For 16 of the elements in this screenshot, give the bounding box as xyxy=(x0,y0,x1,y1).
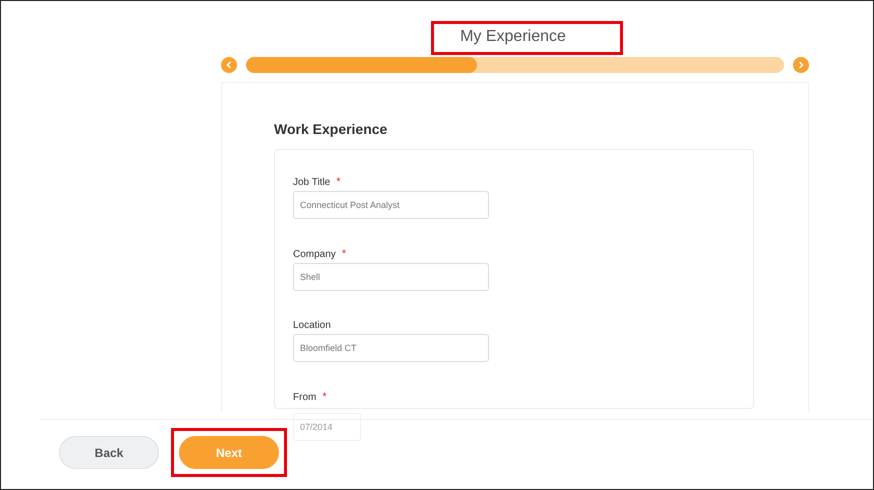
date-field[interactable]: 07/2014 xyxy=(293,413,361,441)
input-field[interactable]: Connecticut Post Analyst xyxy=(293,191,489,219)
required-mark: * xyxy=(336,176,341,188)
input-field[interactable]: Bloomfield CT xyxy=(293,334,489,362)
field-label: Location xyxy=(293,320,331,331)
required-mark: * xyxy=(342,248,346,260)
field-label: From xyxy=(293,392,316,402)
previous-icon[interactable] xyxy=(221,57,237,73)
back-button[interactable]: Back xyxy=(59,436,159,469)
field-label: Job Title xyxy=(293,176,330,188)
field-label: Company xyxy=(293,248,336,260)
required-mark: * xyxy=(322,391,327,403)
input-field[interactable]: Shell xyxy=(293,263,489,291)
next-icon[interactable] xyxy=(793,57,809,73)
section-title: Work Experience xyxy=(274,121,388,137)
page-title: My Experience xyxy=(431,21,623,55)
